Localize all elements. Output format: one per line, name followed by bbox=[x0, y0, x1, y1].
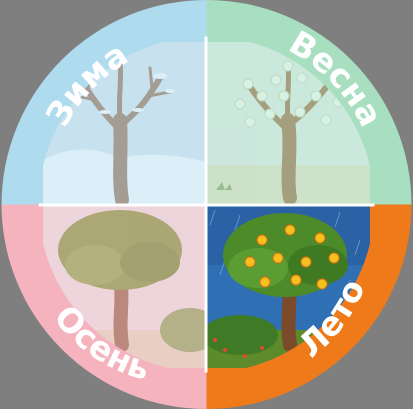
seasons-wheel: Зима Весна Осень Лето bbox=[1, 0, 412, 409]
